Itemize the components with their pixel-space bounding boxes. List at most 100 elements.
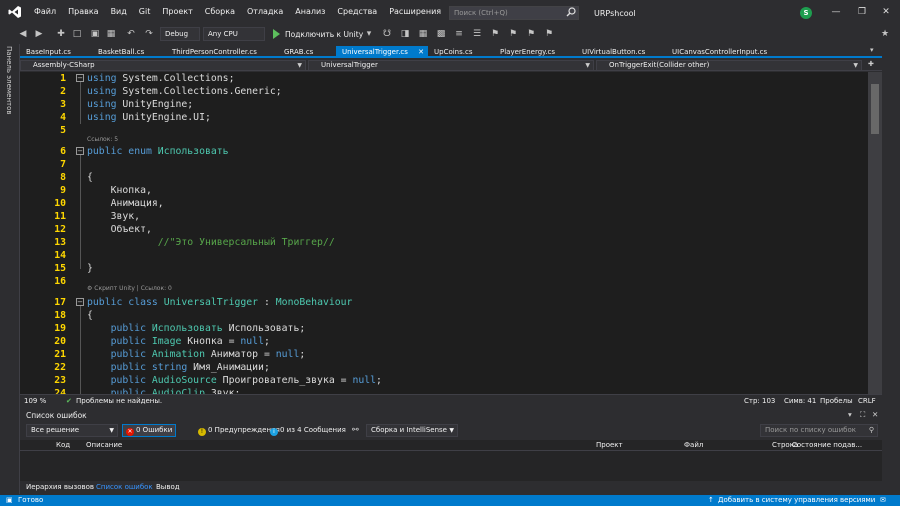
code-text[interactable]: public Использовать Использовать; xyxy=(87,322,306,335)
attach-unity-button[interactable]: Подключить к Unity xyxy=(285,30,363,39)
save-icon[interactable]: ▣ xyxy=(88,27,102,41)
toolbox-strip[interactable]: Панель элементов xyxy=(0,44,20,494)
bookmark-icon[interactable]: ⚑ xyxy=(488,27,502,41)
code-line[interactable]: 22 public string Имя_Анимации; xyxy=(20,361,868,374)
column-project[interactable]: Проект xyxy=(596,441,623,449)
tab-baseinput[interactable]: BaseInput.cs xyxy=(20,46,90,58)
fold-using-icon[interactable]: − xyxy=(76,74,84,82)
code-line[interactable]: 9 Кнопка, xyxy=(20,184,868,197)
tab-thirdpersoncontroller[interactable]: ThirdPersonController.cs xyxy=(166,46,276,58)
whitespace-mode[interactable]: Пробелы xyxy=(820,397,853,405)
code-text[interactable]: Анимация, xyxy=(87,197,164,210)
code-text[interactable]: } xyxy=(87,262,93,275)
zoom-level[interactable]: 109 % xyxy=(24,397,46,405)
tab-uivirtualbutton[interactable]: UIVirtualButton.cs xyxy=(576,46,666,58)
code-text[interactable]: public string Имя_Анимации; xyxy=(87,361,270,374)
add-to-source-control-button[interactable]: Добавить в систему управления версиями xyxy=(718,496,875,504)
menu-edit[interactable]: Правка xyxy=(62,0,104,24)
code-text[interactable]: public Animation Аниматор = null; xyxy=(87,348,306,361)
error-search-input[interactable]: Поиск по списку ошибок ⚲ xyxy=(760,424,878,437)
tab-call-hierarchy[interactable]: Иерархия вызовов xyxy=(26,483,94,491)
toolbar-icon-c[interactable]: ▩ xyxy=(434,27,448,41)
live-share-icon[interactable]: ★ xyxy=(878,27,892,41)
play-icon[interactable] xyxy=(273,29,280,39)
code-line[interactable]: 3 using UnityEngine; xyxy=(20,98,868,111)
configuration-select[interactable]: Debug xyxy=(160,27,200,41)
notifications-icon[interactable]: ✉ xyxy=(880,496,886,504)
tab-upcoins[interactable]: UpCoins.cs xyxy=(428,46,498,58)
code-line[interactable]: 2 using System.Collections.Generic; xyxy=(20,85,868,98)
tab-grab[interactable]: GRAB.cs xyxy=(278,46,334,58)
menu-debug[interactable]: Отладка xyxy=(241,0,289,24)
close-panel-icon[interactable]: ✕ xyxy=(872,410,878,419)
platform-select[interactable]: Any CPU xyxy=(203,27,265,41)
tab-output[interactable]: Вывод xyxy=(156,483,180,491)
toolbar-icon-b[interactable]: ▦ xyxy=(416,27,430,41)
code-text[interactable]: public AudioSource Проигрователь_звука =… xyxy=(87,374,382,387)
close-icon[interactable]: ✕ xyxy=(880,6,892,18)
close-tab-icon[interactable]: ✕ xyxy=(418,46,424,58)
tab-universaltrigger[interactable]: UniversalTrigger.cs ✕ xyxy=(336,46,428,58)
codelens-enum-references[interactable]: Ссылок: 5 xyxy=(87,136,118,146)
menu-file[interactable]: Файл xyxy=(28,0,62,24)
type-select[interactable]: UniversalTrigger ▼ xyxy=(308,60,594,71)
new-project-icon[interactable]: ✚ xyxy=(54,27,68,41)
fold-class-icon[interactable]: − xyxy=(76,298,84,306)
toolbar-icon-g[interactable]: ⚑ xyxy=(524,27,538,41)
code-line[interactable]: 18 { xyxy=(20,309,868,322)
code-text[interactable]: Кнопка, xyxy=(87,184,152,197)
tab-error-list[interactable]: Список ошибок xyxy=(96,483,153,491)
toolbar-icon-f[interactable]: ⚑ xyxy=(506,27,520,41)
toolbar-icon-a[interactable]: ◨ xyxy=(398,27,412,41)
menu-analyze[interactable]: Анализ xyxy=(289,0,331,24)
codelens-class-info[interactable]: ⚙ Скрипт Unity | Ссылок: 0 xyxy=(87,285,172,295)
code-line[interactable]: 10 Анимация, xyxy=(20,197,868,210)
toolbar-icon-h[interactable]: ⚑ xyxy=(542,27,556,41)
code-text[interactable]: public enum Использовать xyxy=(87,145,229,158)
code-line[interactable]: 14 xyxy=(20,249,868,262)
code-text[interactable]: { xyxy=(87,171,93,184)
toolbar-icon-e[interactable]: ☰ xyxy=(470,27,484,41)
pin-icon[interactable]: ⛶ xyxy=(860,410,865,420)
code-text[interactable]: public AudioClip Звук; xyxy=(87,387,241,394)
code-text[interactable]: using System.Collections.Generic; xyxy=(87,85,282,98)
filter-icon[interactable]: ⚯ xyxy=(352,425,359,434)
save-all-icon[interactable]: ▦ xyxy=(104,27,118,41)
code-line[interactable]: 6 public enum Использовать xyxy=(20,145,868,158)
tab-uicanvascontrollerinput[interactable]: UICanvasControllerInput.cs xyxy=(666,46,796,58)
tab-basketball[interactable]: BasketBall.cs xyxy=(92,46,164,58)
toolbar-icon-d[interactable]: ≡ xyxy=(452,27,466,41)
code-line[interactable]: 17 public class UniversalTrigger : MonoBe… xyxy=(20,296,868,309)
scrollbar-thumb[interactable] xyxy=(871,84,879,134)
code-text[interactable]: Звук, xyxy=(87,210,141,223)
member-select[interactable]: OnTriggerExit(Collider other) ▼ xyxy=(596,60,862,71)
project-select[interactable]: Assembly-CSharp ▼ xyxy=(20,60,306,71)
code-line[interactable]: 8{ xyxy=(20,171,868,184)
code-text[interactable]: using UnityEngine.UI; xyxy=(87,111,211,124)
code-line[interactable]: 20 public Image Кнопка = null; xyxy=(20,335,868,348)
error-list-body[interactable] xyxy=(20,451,882,481)
redo-icon[interactable]: ↷ xyxy=(142,27,156,41)
back-icon[interactable]: ◀ xyxy=(16,27,30,41)
code-text[interactable]: //"Это Универсальный Триггер// xyxy=(87,236,335,249)
codelens-class-references[interactable]: Ссылок: 0 xyxy=(141,285,172,292)
menu-project[interactable]: Проект xyxy=(156,0,198,24)
column-suppression-state[interactable]: Состояние подав... xyxy=(792,441,862,449)
minimize-icon[interactable]: — xyxy=(830,6,842,18)
code-line[interactable]: 13 //"Это Универсальный Триггер// xyxy=(20,236,868,249)
code-line[interactable]: 21 public Animation Аниматор = null; xyxy=(20,348,868,361)
problems-status[interactable]: Проблемы не найдены. xyxy=(76,397,162,405)
search-icon[interactable] xyxy=(566,7,576,17)
code-text[interactable]: public Image Кнопка = null; xyxy=(87,335,270,348)
code-line[interactable]: 11 Звук, xyxy=(20,210,868,223)
tab-list-icon[interactable]: ▾ xyxy=(870,46,874,54)
panel-options-icon[interactable]: ▾ xyxy=(848,410,852,419)
menu-git[interactable]: Git xyxy=(133,0,157,24)
code-line[interactable]: 19 public Использовать Использовать; xyxy=(20,322,868,335)
messages-filter-button[interactable]: i0 из 4 Сообщения xyxy=(266,424,350,437)
code-line[interactable]: 4 using UnityEngine.UI; xyxy=(20,111,868,124)
hot-reload-icon[interactable]: ☋ xyxy=(380,27,394,41)
fold-enum-icon[interactable]: − xyxy=(76,147,84,155)
menu-build[interactable]: Сборка xyxy=(199,0,241,24)
menu-tools[interactable]: Средства xyxy=(331,0,383,24)
